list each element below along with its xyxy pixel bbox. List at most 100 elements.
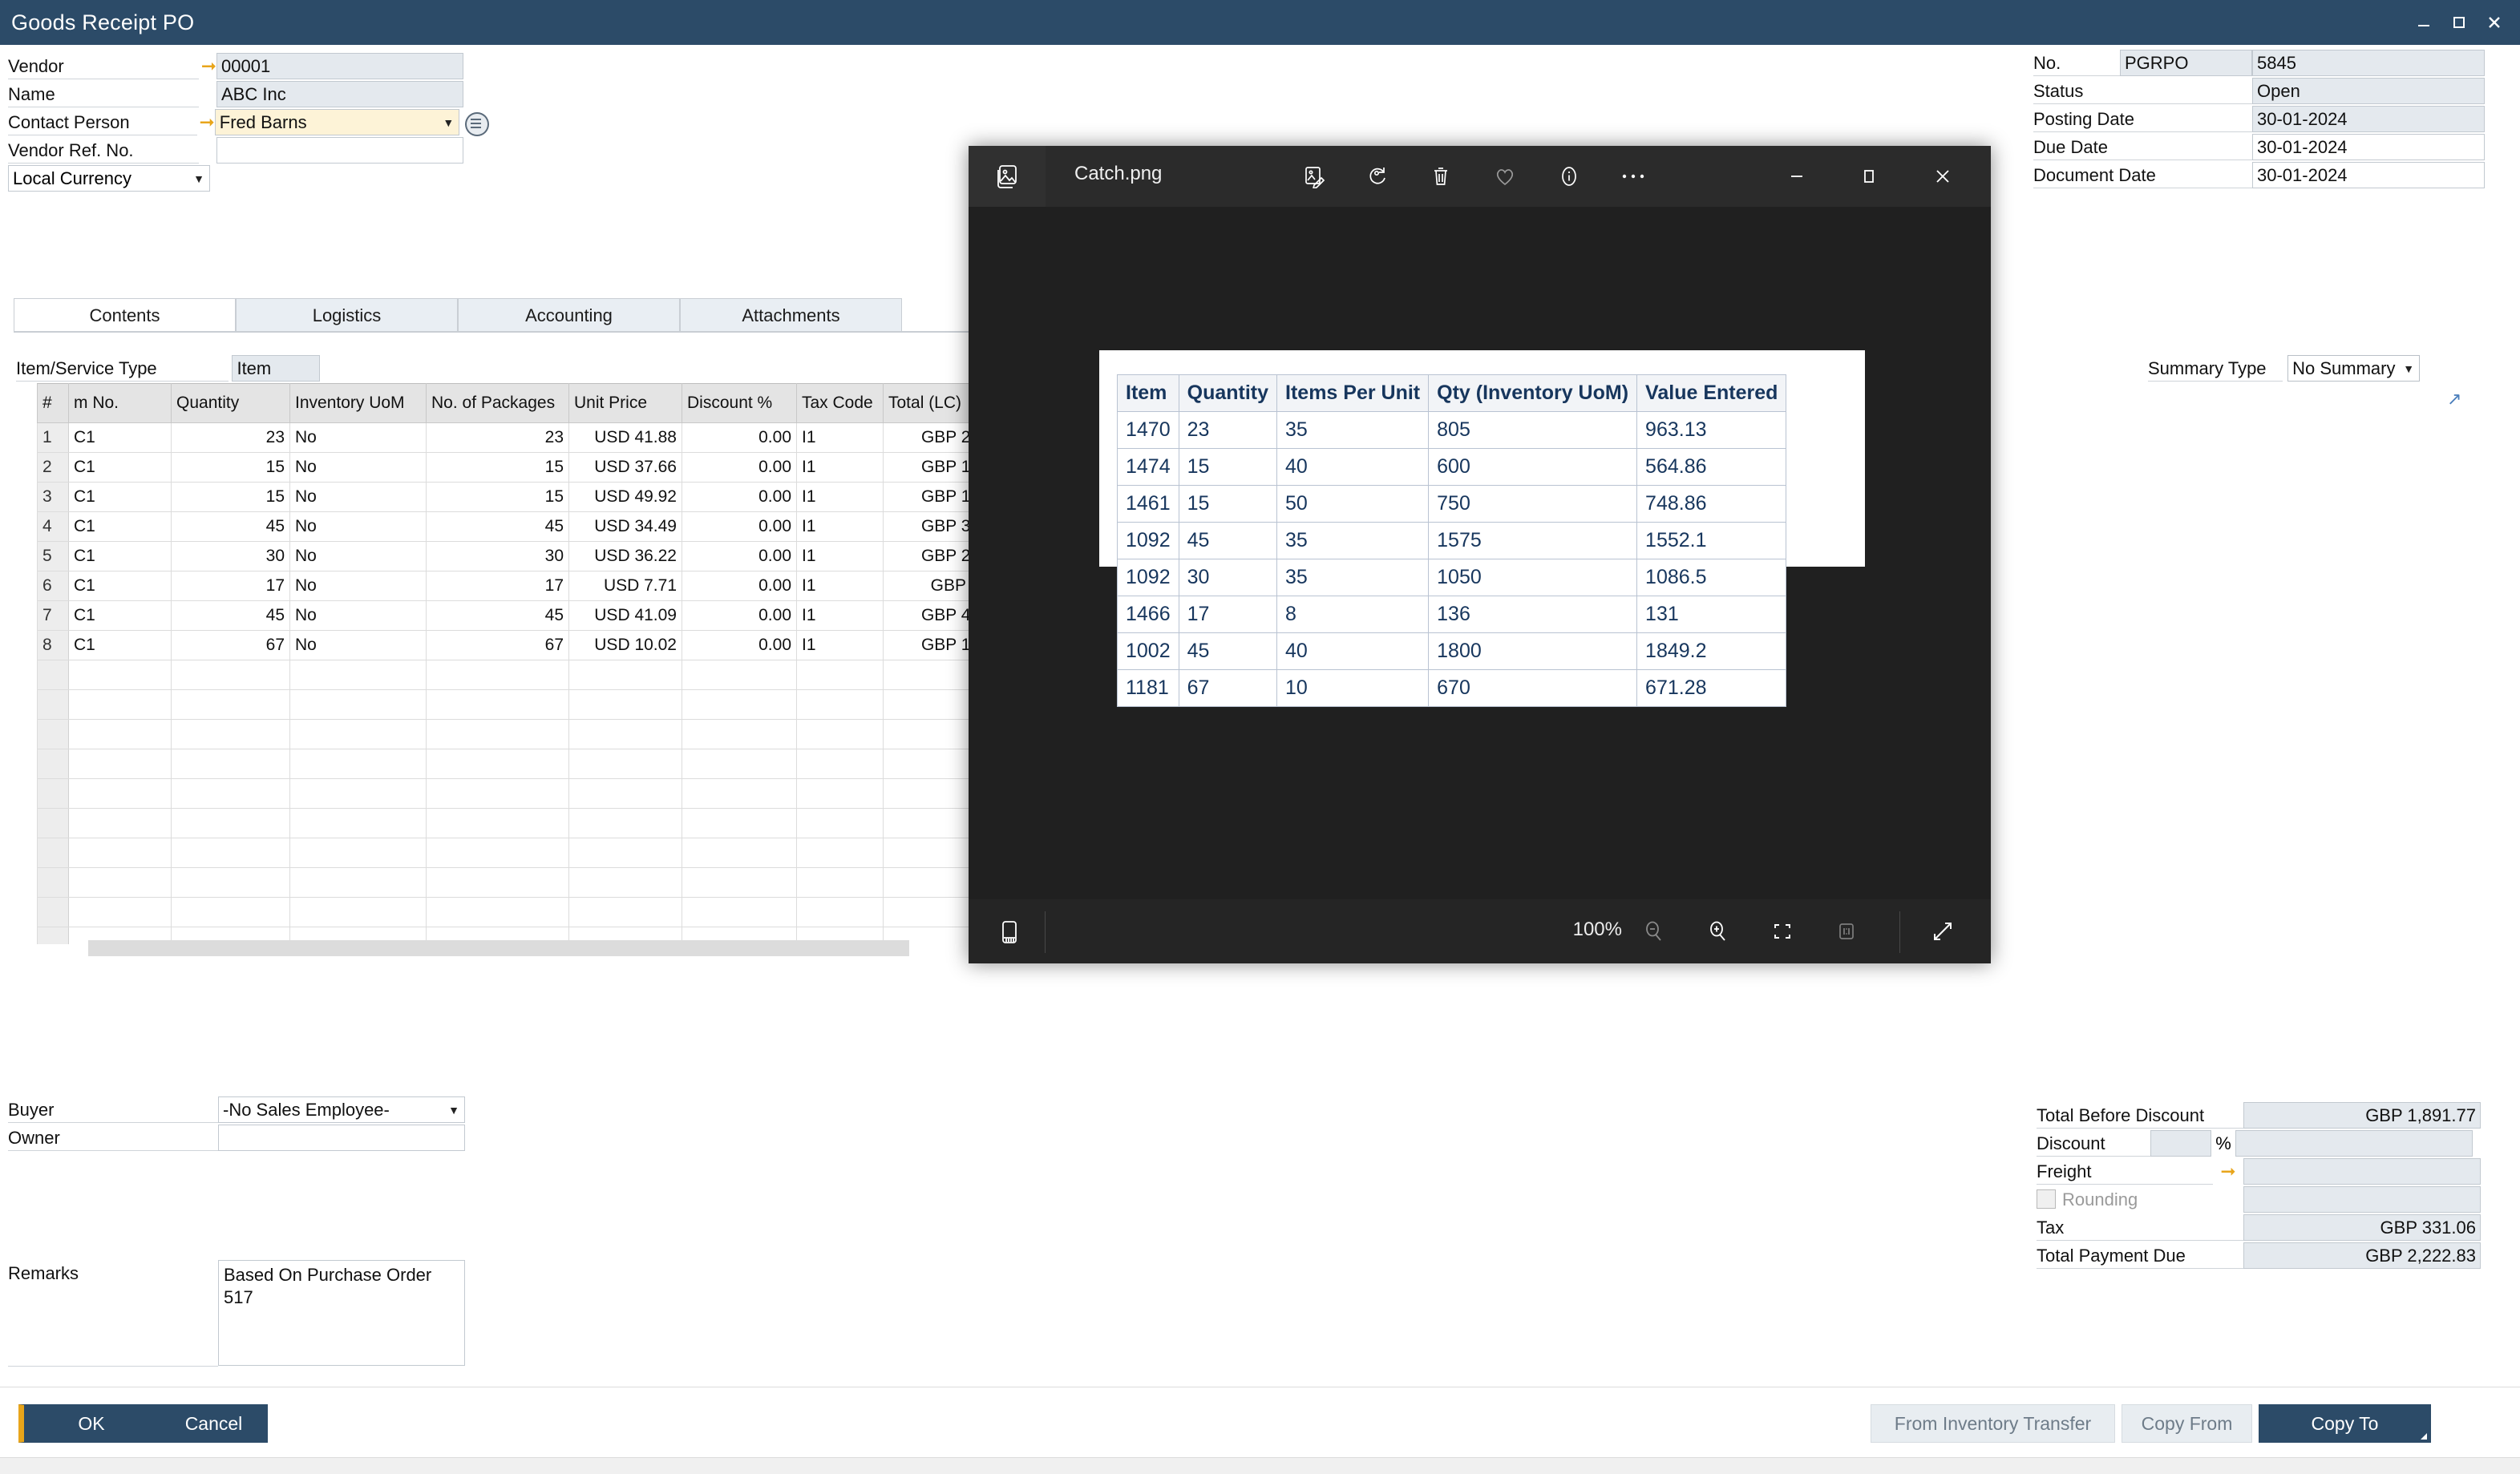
chevron-down-icon[interactable]: ▼ <box>443 110 454 135</box>
cell-item[interactable]: C1 <box>69 601 172 631</box>
grid-col-header[interactable]: Tax Code <box>797 384 884 423</box>
cell-item[interactable] <box>69 720 172 749</box>
cell-disc[interactable] <box>682 898 797 927</box>
doc-no-input[interactable]: 5845 <box>2252 50 2485 76</box>
cell-disc[interactable]: 0.00 <box>682 601 797 631</box>
cell-item[interactable] <box>69 898 172 927</box>
minimize-icon[interactable] <box>2406 6 2441 38</box>
row-number[interactable]: 2 <box>38 453 69 483</box>
cell-tax[interactable]: I1 <box>797 512 884 542</box>
cell-pkgs[interactable] <box>427 838 569 868</box>
cell-price[interactable]: USD 34.49 <box>569 512 682 542</box>
row-number[interactable]: 3 <box>38 483 69 512</box>
delete-icon[interactable] <box>1411 146 1470 207</box>
cell-price[interactable] <box>569 660 682 690</box>
filmstrip-icon[interactable] <box>983 911 1036 954</box>
cell-price[interactable]: USD 49.92 <box>569 483 682 512</box>
cell-price[interactable]: USD 7.71 <box>569 571 682 601</box>
cell-disc[interactable]: 0.00 <box>682 512 797 542</box>
zoom-in-icon[interactable] <box>1694 909 1742 954</box>
chevron-down-icon[interactable]: ▼ <box>448 1097 459 1123</box>
cell-item[interactable]: C1 <box>69 631 172 660</box>
rotate-icon[interactable] <box>1349 146 1408 207</box>
name-input[interactable]: ABC Inc <box>216 81 463 107</box>
viewer-maximize-icon[interactable] <box>1835 146 1903 207</box>
chevron-down-icon[interactable]: ▼ <box>193 166 204 192</box>
cell-price[interactable]: USD 36.22 <box>569 542 682 571</box>
row-number[interactable]: 5 <box>38 542 69 571</box>
cell-qty[interactable] <box>172 838 290 868</box>
row-number[interactable] <box>38 690 69 720</box>
cell-qty[interactable] <box>172 868 290 898</box>
tab-logistics[interactable]: Logistics <box>236 298 458 332</box>
cell-tax[interactable] <box>797 779 884 809</box>
cell-item[interactable] <box>69 660 172 690</box>
cell-uom[interactable]: No <box>290 571 427 601</box>
actual-size-icon[interactable] <box>1822 909 1871 954</box>
cell-uom[interactable]: No <box>290 483 427 512</box>
cell-pkgs[interactable]: 17 <box>427 571 569 601</box>
cell-pkgs[interactable]: 67 <box>427 631 569 660</box>
cell-item[interactable] <box>69 749 172 779</box>
cell-pkgs[interactable]: 15 <box>427 483 569 512</box>
cell-price[interactable]: USD 37.66 <box>569 453 682 483</box>
grid-col-header[interactable]: Quantity <box>172 384 290 423</box>
cell-tax[interactable]: I1 <box>797 601 884 631</box>
copy-to-button[interactable]: Copy To <box>2259 1404 2431 1443</box>
owner-input[interactable] <box>218 1125 465 1151</box>
cell-qty[interactable]: 15 <box>172 483 290 512</box>
doc-no-series-input[interactable]: PGRPO <box>2120 50 2252 76</box>
row-number[interactable]: 4 <box>38 512 69 542</box>
contact-person-input[interactable]: Fred Barns ▼ <box>215 109 459 135</box>
cell-disc[interactable] <box>682 838 797 868</box>
item-service-type-value[interactable]: Item <box>232 355 320 382</box>
cell-disc[interactable]: 0.00 <box>682 631 797 660</box>
cell-pkgs[interactable] <box>427 749 569 779</box>
cell-qty[interactable] <box>172 898 290 927</box>
cell-qty[interactable]: 67 <box>172 631 290 660</box>
cell-item[interactable]: C1 <box>69 423 172 453</box>
cell-qty[interactable]: 23 <box>172 423 290 453</box>
cell-qty[interactable] <box>172 690 290 720</box>
cell-uom[interactable] <box>290 720 427 749</box>
grid-col-header[interactable]: Unit Price <box>569 384 682 423</box>
cell-uom[interactable]: No <box>290 512 427 542</box>
maximize-icon[interactable] <box>2441 6 2477 38</box>
cell-disc[interactable] <box>682 660 797 690</box>
cell-uom[interactable]: No <box>290 423 427 453</box>
freight-link-arrow-icon[interactable]: ➞ <box>2213 1158 2243 1185</box>
document-date-input[interactable]: 30-01-2024 <box>2252 162 2485 188</box>
cell-tax[interactable] <box>797 868 884 898</box>
viewer-close-icon[interactable] <box>1909 146 1976 207</box>
cell-uom[interactable] <box>290 749 427 779</box>
row-number[interactable] <box>38 720 69 749</box>
grid-col-header[interactable]: No. of Packages <box>427 384 569 423</box>
row-number[interactable] <box>38 868 69 898</box>
cell-price[interactable] <box>569 720 682 749</box>
cell-item[interactable]: C1 <box>69 542 172 571</box>
grid-col-header[interactable]: Discount % <box>682 384 797 423</box>
cell-disc[interactable]: 0.00 <box>682 453 797 483</box>
cell-item[interactable]: C1 <box>69 453 172 483</box>
cell-uom[interactable]: No <box>290 601 427 631</box>
grid-col-header[interactable]: Inventory UoM <box>290 384 427 423</box>
cell-pkgs[interactable]: 23 <box>427 423 569 453</box>
posting-date-input[interactable]: 30-01-2024 <box>2252 106 2485 132</box>
from-inventory-transfer-button[interactable]: From Inventory Transfer <box>1871 1404 2115 1443</box>
cell-tax[interactable]: I1 <box>797 453 884 483</box>
cell-uom[interactable] <box>290 809 427 838</box>
info-icon[interactable] <box>1539 146 1599 207</box>
cell-tax[interactable]: I1 <box>797 423 884 453</box>
cell-tax[interactable] <box>797 720 884 749</box>
cell-qty[interactable]: 17 <box>172 571 290 601</box>
viewer-minimize-icon[interactable] <box>1763 146 1830 207</box>
copy-from-button[interactable]: Copy From <box>2122 1404 2252 1443</box>
ok-button[interactable]: OK <box>18 1404 160 1443</box>
cell-pkgs[interactable] <box>427 868 569 898</box>
cell-pkgs[interactable] <box>427 779 569 809</box>
row-number[interactable] <box>38 779 69 809</box>
vendor-link-arrow-icon[interactable]: ➞ <box>199 53 216 79</box>
row-number[interactable]: 7 <box>38 601 69 631</box>
grid-col-header[interactable]: # <box>38 384 69 423</box>
cell-item[interactable] <box>69 809 172 838</box>
